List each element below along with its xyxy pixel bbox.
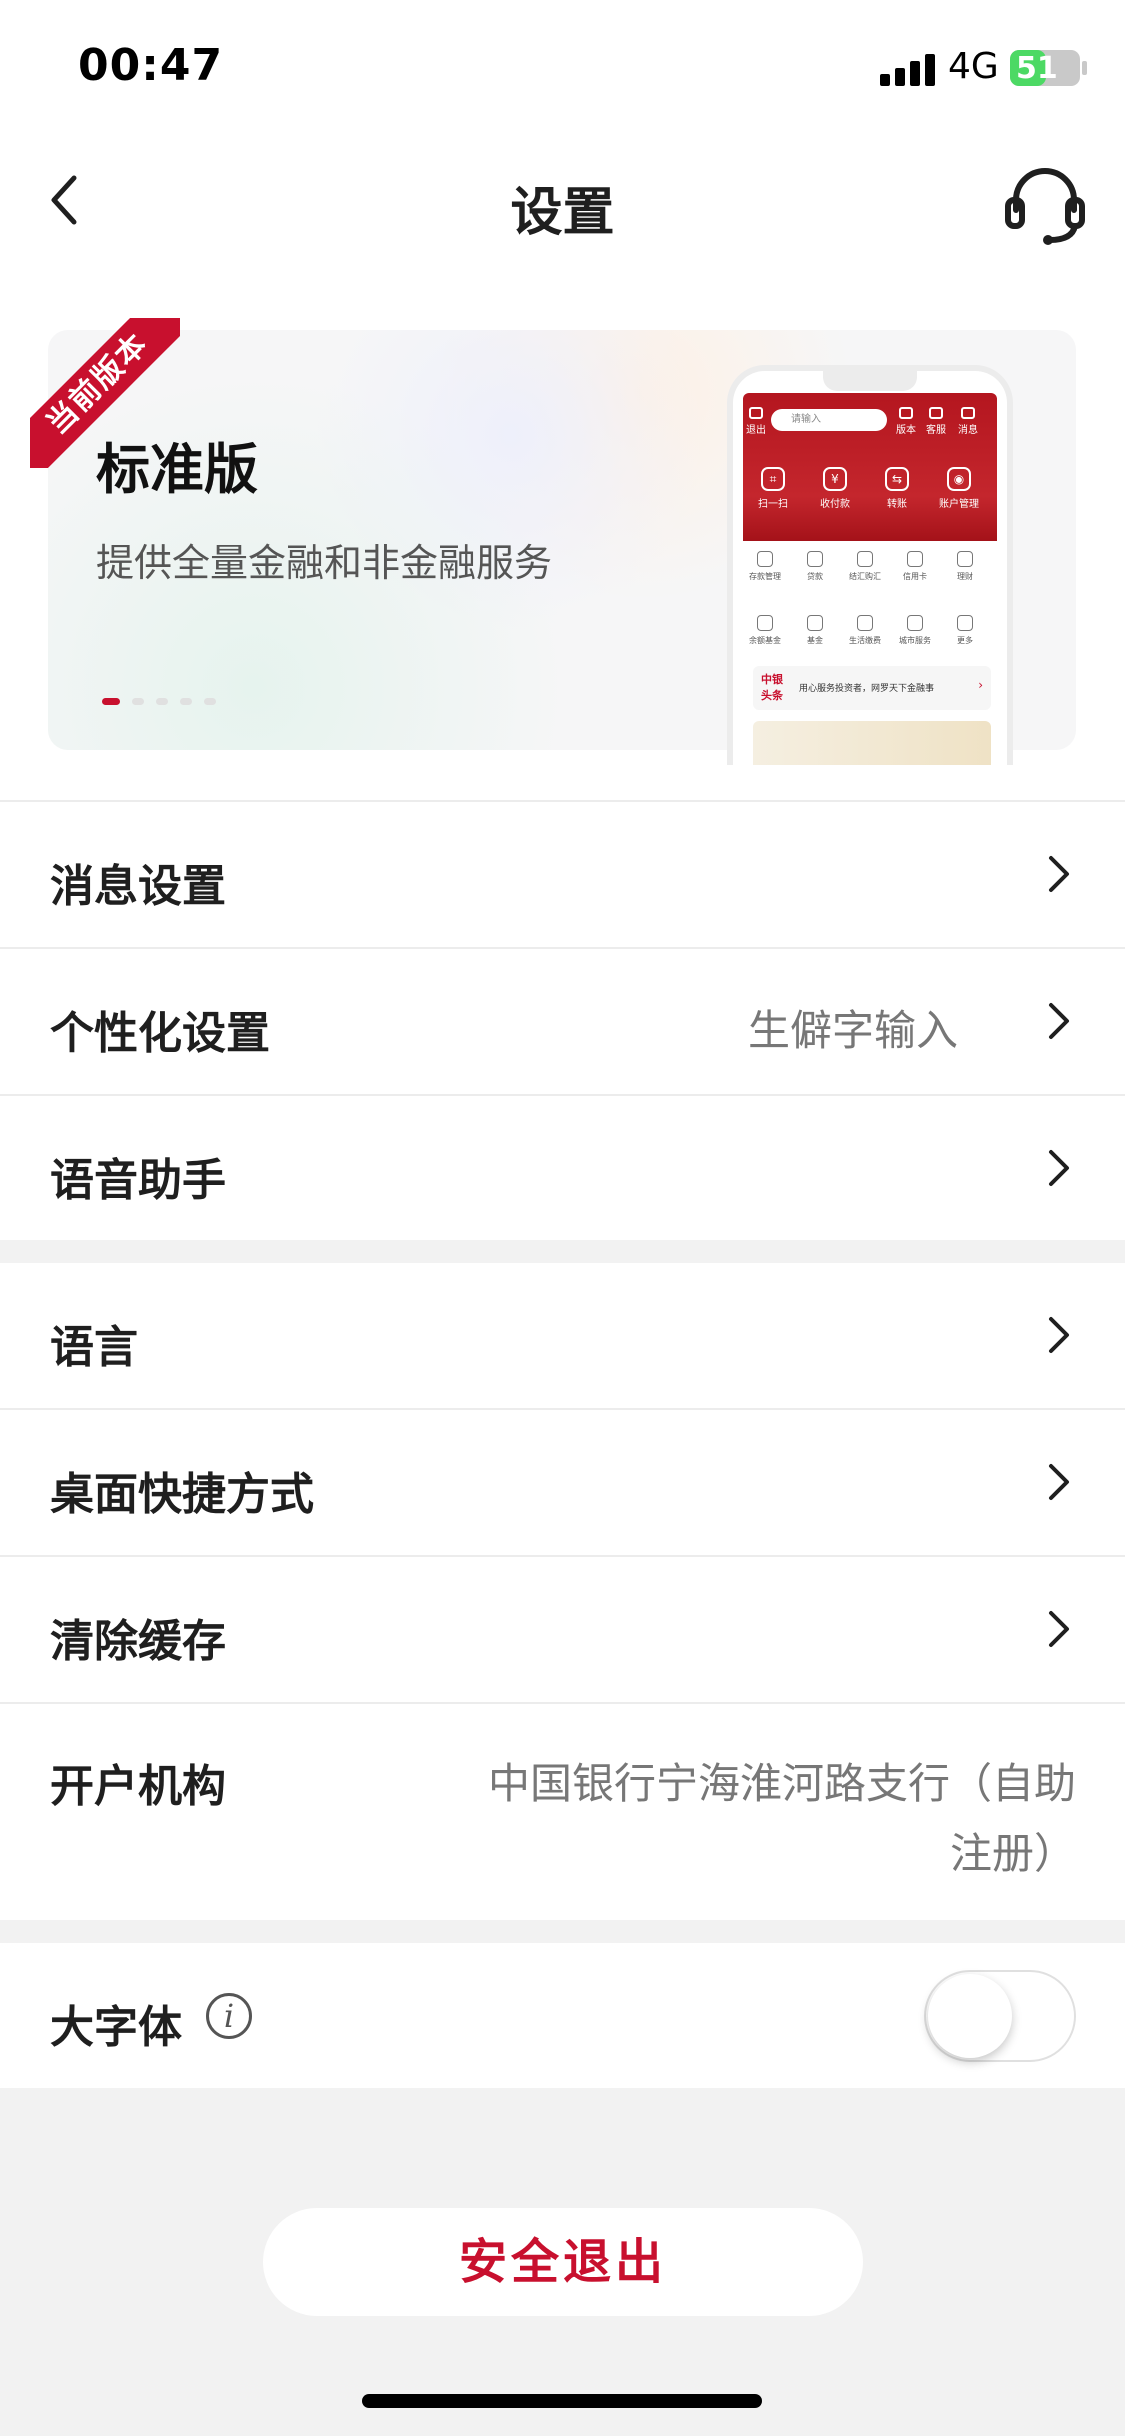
phone-grid-icon <box>957 615 973 631</box>
phone-grid-icon <box>807 615 823 631</box>
row-large-font: 大字体 i <box>0 1943 1125 2088</box>
phone-ad <box>753 721 991 765</box>
nav-bar: 设置 <box>0 130 1125 270</box>
phone-service-icon: 客服 <box>923 407 949 436</box>
phone-version-icon: 版本 <box>893 407 919 436</box>
pagination-dot <box>204 698 216 705</box>
phone-grid-item: 基金 <box>791 615 839 646</box>
phone-grid-label: 贷款 <box>807 572 823 581</box>
phone-grid-item: 生活缴费 <box>841 615 889 646</box>
phone-grid-item: 贷款 <box>791 551 839 582</box>
battery-tip <box>1082 61 1087 75</box>
phone-grid-label: 基金 <box>807 636 823 645</box>
phone-grid-label: 余额基金 <box>749 636 781 645</box>
chevron-right-icon <box>1049 1464 1069 1500</box>
phone-grid-item: 理财 <box>941 551 989 582</box>
status-bar: 00:47 4G 51 <box>0 0 1125 130</box>
row-label: 消息设置 <box>50 861 226 912</box>
signal-icon <box>880 52 936 86</box>
phone-grid-label: 更多 <box>957 636 973 645</box>
toggle-knob <box>928 1974 1012 2058</box>
settings-screen: 00:47 4G 51 设置 当前版本 标准版 提供全量金融和非金融服务 退出 … <box>0 0 1125 2436</box>
phone-grid-label: 生活缴费 <box>849 636 881 645</box>
phone-grid-item: 结汇购汇 <box>841 551 889 582</box>
row-personalization[interactable]: 个性化设置 生僻字输入 <box>0 949 1125 1094</box>
phone-payment-icon: ¥ 收付款 <box>807 467 863 510</box>
pagination-dot <box>156 698 168 705</box>
phone-grid-item: 更多 <box>941 615 989 646</box>
battery-level: 51 <box>1016 51 1058 86</box>
row-language[interactable]: 语言 <box>0 1263 1125 1408</box>
phone-grid-item: 城市服务 <box>891 615 939 646</box>
phone-grid-icon <box>907 615 923 631</box>
logout-button[interactable]: 安全退出 <box>263 2208 863 2316</box>
phone-grid-icon <box>907 551 923 567</box>
phone-notch <box>823 371 917 391</box>
phone-logout-icon: 退出 <box>743 407 769 436</box>
info-icon[interactable]: i <box>206 1993 252 2039</box>
chevron-right-icon <box>1049 1150 1069 1186</box>
phone-grid-label: 存款管理 <box>749 572 781 581</box>
phone-message-icon: 消息 <box>955 407 981 436</box>
phone-news-text: 用心服务投资者，网罗天下金融事 <box>799 684 935 694</box>
row-label: 清除缓存 <box>50 1616 226 1667</box>
settings-group-1: 消息设置 个性化设置 生僻字输入 语音助手 <box>0 800 1125 1240</box>
pagination-dot <box>102 698 120 705</box>
row-value: 生僻字输入 <box>748 1006 959 1055</box>
phone-grid-icon <box>857 551 873 567</box>
home-indicator <box>362 2394 762 2408</box>
row-message-settings[interactable]: 消息设置 <box>0 802 1125 947</box>
phone-grid-item: 信用卡 <box>891 551 939 582</box>
phone-grid-icon <box>857 615 873 631</box>
phone-grid-item: 余额基金 <box>741 615 789 646</box>
settings-group-2: 语言 桌面快捷方式 清除缓存 开户机构 中国银行宁海淮河路支行（自助 注册） <box>0 1263 1125 1920</box>
phone-mockup: 退出 请输入 版本 客服 消息 ⌗ 扫一扫 ¥ 收付款 ⇆ 转账 ◉ 账户管理 存款管理… <box>727 365 1013 765</box>
row-label: 大字体 <box>50 2002 182 2053</box>
phone-scan-icon: ⌗ 扫一扫 <box>745 467 801 510</box>
phone-news: 中银头条 用心服务投资者，网罗天下金融事 › <box>753 666 991 710</box>
phone-grid-icon <box>757 551 773 567</box>
network-label: 4G <box>948 46 999 87</box>
chevron-right-icon <box>1049 1611 1069 1647</box>
phone-header: 退出 请输入 版本 客服 消息 ⌗ 扫一扫 ¥ 收付款 ⇆ 转账 ◉ 账户管理 <box>743 393 997 541</box>
headset-icon <box>1005 168 1085 245</box>
row-label: 语言 <box>50 1322 138 1373</box>
phone-grid-icon <box>757 615 773 631</box>
row-label: 开户机构 <box>50 1761 226 1812</box>
pagination-dot <box>132 698 144 705</box>
phone-news-logo: 中银头条 <box>761 673 783 702</box>
customer-service-button[interactable] <box>1000 160 1090 250</box>
phone-transfer-icon: ⇆ 转账 <box>869 467 925 510</box>
page-title: 设置 <box>510 183 615 243</box>
branch-value-line1: 中国银行宁海淮河路支行（自助 <box>487 1759 1076 1808</box>
phone-grid-label: 结汇购汇 <box>849 572 881 581</box>
chevron-right-icon <box>1049 1003 1069 1039</box>
row-label: 个性化设置 <box>50 1008 270 1059</box>
large-font-toggle[interactable] <box>924 1970 1076 2062</box>
phone-grid-item: 存款管理 <box>741 551 789 582</box>
row-label: 语音助手 <box>50 1155 226 1206</box>
phone-grid-icon <box>957 551 973 567</box>
row-desktop-shortcut[interactable]: 桌面快捷方式 <box>0 1410 1125 1555</box>
battery-icon: 51 <box>1010 50 1080 86</box>
phone-grid-label: 理财 <box>957 572 973 581</box>
chevron-right-icon: › <box>978 678 983 692</box>
phone-grid-icon <box>807 551 823 567</box>
pagination-dot <box>180 698 192 705</box>
branch-value-line2: 注册） <box>949 1829 1076 1878</box>
row-label: 桌面快捷方式 <box>50 1469 314 1520</box>
chevron-right-icon <box>1049 1317 1069 1353</box>
settings-group-3: 大字体 i <box>0 1943 1125 2088</box>
banner-title: 标准版 <box>96 438 258 501</box>
phone-grid-label: 信用卡 <box>903 572 927 581</box>
chevron-right-icon <box>1049 856 1069 892</box>
row-clear-cache[interactable]: 清除缓存 <box>0 1557 1125 1702</box>
phone-account-icon: ◉ 账户管理 <box>931 467 987 510</box>
row-voice-assistant[interactable]: 语音助手 <box>0 1096 1125 1240</box>
status-time: 00:47 <box>78 40 224 91</box>
phone-grid-label: 城市服务 <box>899 636 931 645</box>
phone-search: 请输入 <box>771 409 887 431</box>
banner-subtitle: 提供全量金融和非金融服务 <box>96 541 553 585</box>
row-account-branch: 开户机构 中国银行宁海淮河路支行（自助 注册） <box>0 1704 1125 1920</box>
